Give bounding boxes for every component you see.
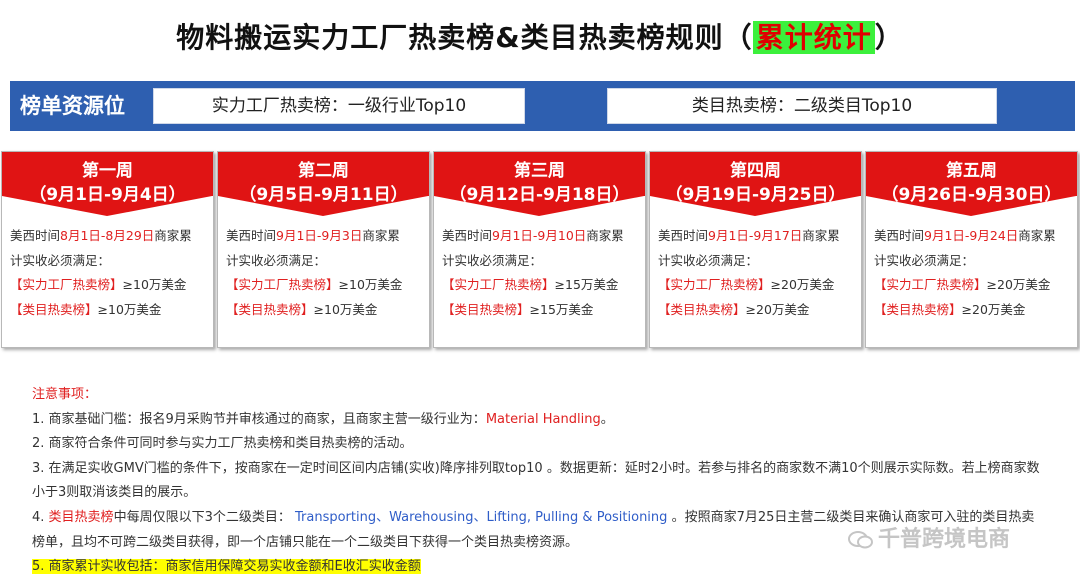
watermark: 千普跨境电商 xyxy=(848,521,1010,553)
week-card-5: 第五周 （9月26日-9月30日） 美西时间9月1日-9月24日商家累 计实收必… xyxy=(865,151,1078,348)
requirement-text: 计实收必须满足： xyxy=(10,252,111,268)
week-dates: （9月19日-9月25日） xyxy=(665,185,846,205)
week-body: 美西时间9月1日-9月10日商家累 计实收必须满足： 【实力工厂热卖榜】≥15万… xyxy=(442,224,641,322)
week-dates: （9月12日-9月18日） xyxy=(449,185,630,205)
factory-threshold: ≥10万美金 xyxy=(338,277,403,292)
factory-tag: 【实力工厂热卖榜】 xyxy=(442,277,555,292)
note-1-end: 。 xyxy=(600,411,614,427)
week-dates: （9月1日-9月4日） xyxy=(29,185,186,205)
requirement-text: 计实收必须满足： xyxy=(874,252,975,268)
title-close: ） xyxy=(874,21,904,54)
category-tag: 【类目热卖榜】 xyxy=(658,301,746,317)
category-threshold: ≥10万美金 xyxy=(97,301,162,317)
week-body: 美西时间9月1日-9月17日商家累 计实收必须满足： 【实力工厂热卖榜】≥20万… xyxy=(658,224,857,322)
category-tag: 【类目热卖榜】 xyxy=(10,301,98,317)
watermark-text: 千普跨境电商 xyxy=(878,527,1011,552)
time-prefix: 美西时间 xyxy=(226,228,277,243)
wechat-icon xyxy=(848,531,873,549)
category-threshold: ≥20万美金 xyxy=(745,301,810,317)
week-card-4: 第四周 （9月19日-9月25日） 美西时间9月1日-9月17日商家累 计实收必… xyxy=(649,151,862,348)
requirement-text: 计实收必须满足： xyxy=(442,252,543,268)
category-threshold: ≥10万美金 xyxy=(313,301,378,317)
week-body: 美西时间9月1日-9月24日商家累 计实收必须满足： 【实力工厂热卖榜】≥20万… xyxy=(874,224,1073,322)
resource-bar: 榜单资源位 实力工厂热卖榜：一级行业Top10 类目热卖榜：二级类目Top10 xyxy=(10,81,1075,131)
note-1: 1. 商家基础门槛：报名9月采购节并审核通过的商家，且商家主营一级行业为：Mat… xyxy=(32,408,1062,433)
category-threshold: ≥20万美金 xyxy=(961,301,1026,317)
note-4-mid: 中每周仅限以下3个二级类目： xyxy=(113,509,291,525)
week-body: 美西时间8月1日-8月29日商家累 计实收必须满足： 【实力工厂热卖榜】≥10万… xyxy=(10,224,209,322)
resource-box-category: 类目热卖榜：二级类目Top10 xyxy=(607,88,997,124)
note-4-prefix: 4. xyxy=(32,509,49,525)
note-4-tag: 类目热卖榜 xyxy=(48,509,114,525)
factory-threshold: ≥10万美金 xyxy=(122,277,187,292)
resource-label: 榜单资源位 xyxy=(20,94,125,118)
note-1-text: 1. 商家基础门槛：报名9月采购节并审核通过的商家，且商家主营一级行业为： xyxy=(32,411,486,427)
page-title: 物料搬运实力工厂热卖榜&类目热卖榜规则（ 累计统计） xyxy=(0,16,1080,56)
time-suffix: 商家累 xyxy=(802,228,840,243)
time-range: 9月1日-9月10日 xyxy=(492,228,587,243)
factory-tag: 【实力工厂热卖榜】 xyxy=(10,277,123,292)
time-suffix: 商家累 xyxy=(1018,228,1056,243)
week-dates: （9月5日-9月11日） xyxy=(239,185,408,205)
factory-tag: 【实力工厂热卖榜】 xyxy=(874,277,987,292)
factory-threshold: ≥20万美金 xyxy=(770,277,835,292)
time-range: 9月1日-9月24日 xyxy=(924,228,1019,243)
week-dates: （9月26日-9月30日） xyxy=(881,185,1062,205)
time-prefix: 美西时间 xyxy=(442,228,493,243)
factory-tag: 【实力工厂热卖榜】 xyxy=(226,277,339,292)
title-main: 物料搬运实力工厂热卖榜&类目热卖榜规则（ xyxy=(176,21,753,54)
time-range: 8月1日-8月29日 xyxy=(60,228,155,243)
week-body: 美西时间9月1日-9月3日商家累 计实收必须满足： 【实力工厂热卖榜】≥10万美… xyxy=(226,224,425,322)
week-name: 第五周 xyxy=(946,161,997,181)
time-suffix: 商家累 xyxy=(154,228,192,243)
note-2: 2. 商家符合条件可同时参与实力工厂热卖榜和类目热卖榜的活动。 xyxy=(32,436,413,452)
week-name: 第一周 xyxy=(82,161,133,181)
time-suffix: 商家累 xyxy=(362,228,400,243)
time-suffix: 商家累 xyxy=(586,228,624,243)
requirement-text: 计实收必须满足： xyxy=(226,252,327,268)
note-3b: 小于3则取消该类目的展示。 xyxy=(32,485,197,501)
factory-threshold: ≥15万美金 xyxy=(554,277,619,292)
requirement-text: 计实收必须满足： xyxy=(658,252,759,268)
factory-threshold: ≥20万美金 xyxy=(986,277,1051,292)
category-threshold: ≥15万美金 xyxy=(529,301,594,317)
time-range: 9月1日-9月3日 xyxy=(276,228,363,243)
title-highlight: 累计统计 xyxy=(752,21,875,54)
week-card-3: 第三周 （9月12日-9月18日） 美西时间9月1日-9月10日商家累 计实收必… xyxy=(433,151,646,348)
note-5: 5. 商家累计实收包括：商家信用保障交易实收金额和E收汇实收金额 xyxy=(32,559,421,575)
factory-tag: 【实力工厂热卖榜】 xyxy=(658,277,771,292)
week-name: 第二周 xyxy=(298,161,349,181)
resource-box-factory: 实力工厂热卖榜：一级行业Top10 xyxy=(153,88,525,124)
week-name: 第三周 xyxy=(514,161,565,181)
time-prefix: 美西时间 xyxy=(874,228,925,243)
time-prefix: 美西时间 xyxy=(658,228,709,243)
category-tag: 【类目热卖榜】 xyxy=(442,301,530,317)
time-range: 9月1日-9月17日 xyxy=(708,228,803,243)
week-name: 第四周 xyxy=(730,161,781,181)
time-prefix: 美西时间 xyxy=(10,228,61,243)
notes-title: 注意事项： xyxy=(32,387,98,402)
week-card-2: 第二周 （9月5日-9月11日） 美西时间9月1日-9月3日商家累 计实收必须满… xyxy=(217,151,430,348)
note-4-categories: Transporting、Warehousing、Lifting, Pullin… xyxy=(294,509,668,525)
category-tag: 【类目热卖榜】 xyxy=(874,301,962,317)
category-tag: 【类目热卖榜】 xyxy=(226,301,314,317)
note-3a: 3. 在满足实收GMV门槛的条件下，按商家在一定时间区间内店铺(实收)降序排列取… xyxy=(32,460,1040,476)
note-1-industry: Material Handling xyxy=(485,411,601,427)
week-card-1: 第一周 （9月1日-9月4日） 美西时间8月1日-8月29日商家累 计实收必须满… xyxy=(1,151,214,348)
